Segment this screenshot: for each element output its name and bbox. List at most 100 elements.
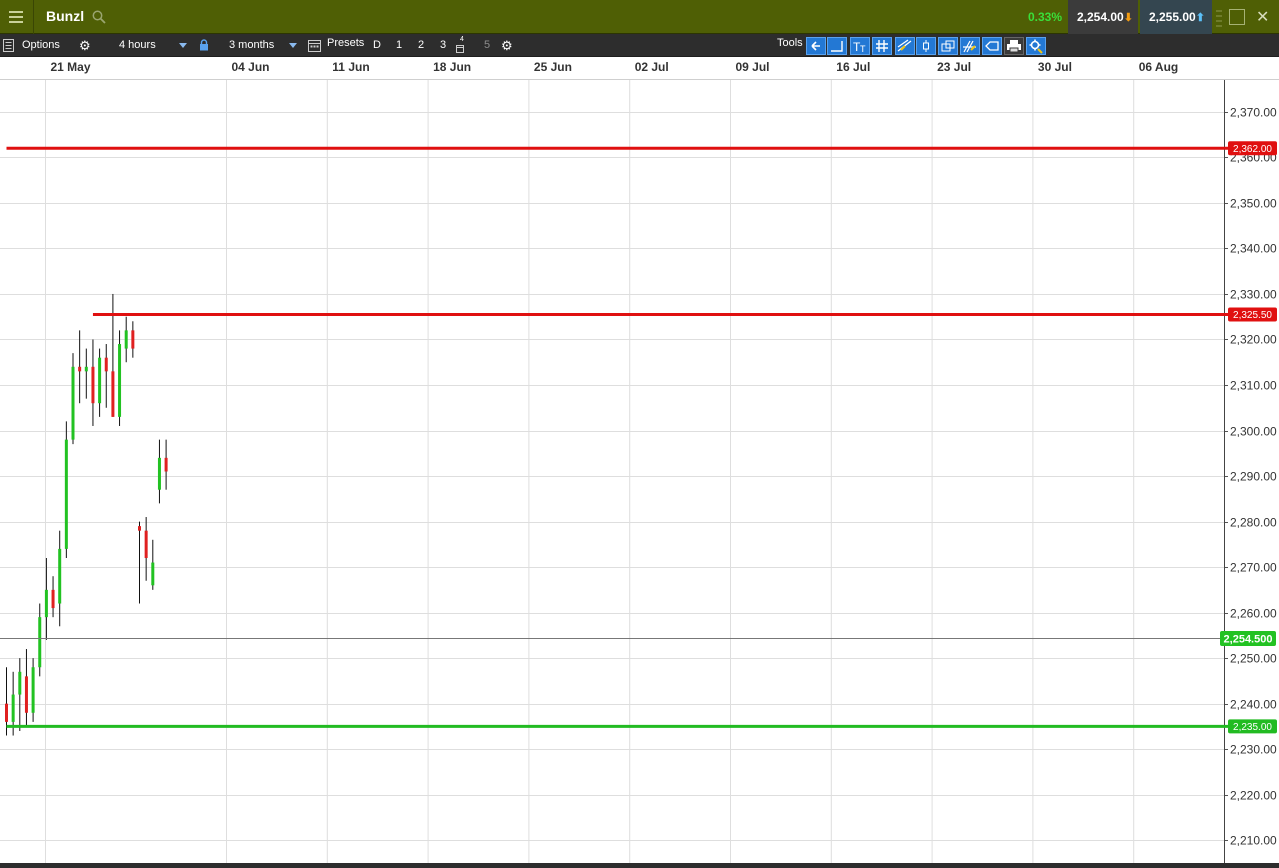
instrument-name: Bunzl bbox=[46, 8, 85, 24]
y-tick-label: 2,290.00 bbox=[1230, 470, 1277, 484]
text-tool-icon[interactable]: TT bbox=[850, 37, 870, 55]
candle-body bbox=[84, 366, 88, 372]
x-tick-label: 16 Jul bbox=[836, 60, 870, 74]
candle-body bbox=[18, 671, 22, 695]
candle-body bbox=[31, 667, 35, 713]
search-icon[interactable] bbox=[92, 10, 106, 24]
y-tick-label: 2,260.00 bbox=[1230, 607, 1277, 621]
candle-body bbox=[104, 357, 108, 372]
candle-body bbox=[51, 589, 55, 609]
candle-body bbox=[124, 330, 128, 349]
candle-body bbox=[157, 457, 161, 490]
y-tick-label: 2,270.00 bbox=[1230, 561, 1277, 575]
calendar-icon[interactable] bbox=[308, 39, 321, 52]
x-tick-label: 23 Jul bbox=[937, 60, 971, 74]
trend-line-icon[interactable] bbox=[895, 37, 915, 55]
y-tick-label: 2,320.00 bbox=[1230, 333, 1277, 347]
sell-price-button[interactable]: 2,254.00⬇ bbox=[1068, 0, 1138, 34]
preset-button-2[interactable]: 2 bbox=[412, 37, 430, 54]
candle-body bbox=[38, 617, 42, 668]
lock-icon[interactable] bbox=[199, 39, 209, 51]
x-tick-label: 06 Aug bbox=[1139, 60, 1179, 74]
y-tick-label: 2,310.00 bbox=[1230, 379, 1277, 393]
bottom-strip bbox=[0, 863, 1279, 868]
y-tick-label: 2,210.00 bbox=[1230, 834, 1277, 848]
y-tick-label: 2,280.00 bbox=[1230, 516, 1277, 530]
preset-button-d[interactable]: D bbox=[368, 37, 386, 54]
layers-icon[interactable] bbox=[938, 37, 958, 55]
instrument-header: Bunzl 0.33% 2,254.00⬇ 2,255.00⬆ ✕ bbox=[0, 0, 1279, 34]
support-label: 2,235.00 bbox=[1233, 722, 1272, 733]
candle-body bbox=[44, 589, 48, 618]
range-select[interactable]: 3 months bbox=[229, 34, 274, 57]
current-price-label: 2,254.500 bbox=[1224, 634, 1273, 646]
back-arrow-icon[interactable] bbox=[806, 37, 826, 55]
y-tick-label: 2,370.00 bbox=[1230, 106, 1277, 120]
chart-grid bbox=[0, 57, 1224, 863]
y-tick-label: 2,220.00 bbox=[1230, 789, 1277, 803]
y-tick-label: 2,350.00 bbox=[1230, 197, 1277, 211]
candle-body bbox=[131, 330, 135, 349]
y-tick-label: 2,340.00 bbox=[1230, 242, 1277, 256]
print-icon[interactable] bbox=[1004, 37, 1024, 55]
candle-body bbox=[64, 439, 68, 549]
x-tick-label: 09 Jul bbox=[736, 60, 770, 74]
preset-button-5[interactable]: 5 bbox=[478, 37, 496, 54]
preset-button-4-label: 4 bbox=[460, 36, 464, 43]
chevron-down-icon[interactable] bbox=[179, 34, 187, 57]
presets-label: Presets bbox=[327, 37, 365, 49]
range-value: 3 months bbox=[229, 39, 275, 51]
x-tick-label: 21 May bbox=[51, 60, 91, 74]
buy-arrow-icon: ⬆ bbox=[1195, 12, 1205, 24]
close-icon[interactable]: ✕ bbox=[1256, 7, 1269, 27]
fibonacci-icon[interactable] bbox=[960, 37, 980, 55]
current-price: 2,254.500 bbox=[0, 631, 1276, 646]
x-tick-label: 30 Jul bbox=[1038, 60, 1072, 74]
x-tick-label: 18 Jun bbox=[433, 60, 471, 74]
candle-icon[interactable] bbox=[916, 37, 936, 55]
grid-tool-icon[interactable] bbox=[872, 37, 892, 55]
label-tag-icon[interactable] bbox=[982, 37, 1002, 55]
x-tick-label: 11 Jun bbox=[332, 60, 369, 74]
preset-button-4[interactable]: 4 bbox=[455, 35, 469, 53]
resistance-label: 2,362.00 bbox=[1233, 144, 1272, 155]
preset-button-3[interactable]: 3 bbox=[434, 37, 452, 54]
chart-toolbar: Options ⚙ 4 hours 3 months Presets D 1 2… bbox=[0, 34, 1279, 57]
candle-body bbox=[151, 562, 155, 586]
y-tick-label: 2,230.00 bbox=[1230, 743, 1277, 757]
candle-body bbox=[98, 357, 102, 404]
x-tick-label: 02 Jul bbox=[635, 60, 669, 74]
menu-icon[interactable] bbox=[0, 0, 34, 34]
y-tick-label: 2,300.00 bbox=[1230, 425, 1277, 439]
candle-body bbox=[118, 344, 122, 417]
y-tick-label: 2,240.00 bbox=[1230, 698, 1277, 712]
price-chart[interactable]: 21 May 04 Jun 11 Jun 18 Jun 25 Jun 02 Jul 09 J… bbox=[0, 57, 1279, 863]
curve-line-icon[interactable] bbox=[827, 37, 847, 55]
svg-text:T: T bbox=[860, 44, 866, 54]
sell-price: 2,254.00 bbox=[1077, 10, 1124, 24]
candle-body bbox=[111, 371, 115, 417]
gear-icon[interactable]: ⚙ bbox=[501, 34, 513, 57]
price-levels[interactable]: 2,362.00 2,325.50 2,235.00 bbox=[6, 141, 1278, 734]
options-button[interactable]: Options bbox=[22, 34, 60, 57]
candle-body bbox=[144, 530, 148, 558]
price-axis: 2,370.002,360.002,350.002,340.002,330.00… bbox=[1224, 80, 1277, 863]
gear-icon[interactable]: ⚙ bbox=[79, 34, 91, 57]
y-tick-label: 2,250.00 bbox=[1230, 652, 1277, 666]
drag-grip-icon[interactable] bbox=[1214, 0, 1224, 34]
settings-tool-icon[interactable] bbox=[1026, 37, 1046, 55]
candles bbox=[5, 293, 168, 736]
options-list-icon[interactable] bbox=[3, 39, 14, 52]
resistance-label: 2,325.50 bbox=[1233, 310, 1272, 321]
restore-window-icon[interactable] bbox=[1229, 9, 1245, 25]
interval-select[interactable]: 4 hours bbox=[119, 34, 156, 57]
date-axis: 21 May 04 Jun 11 Jun 18 Jun 25 Jun 02 Jul 09 J… bbox=[0, 57, 1279, 80]
x-tick-label: 04 Jun bbox=[232, 60, 270, 74]
chevron-down-icon[interactable] bbox=[289, 34, 297, 57]
preset-button-1[interactable]: 1 bbox=[390, 37, 408, 54]
candle-body bbox=[24, 676, 28, 713]
sell-arrow-icon: ⬇ bbox=[1123, 12, 1133, 24]
buy-price-button[interactable]: 2,255.00⬆ bbox=[1140, 0, 1212, 34]
candle-body bbox=[138, 526, 141, 531]
chart-window: Bunzl 0.33% 2,254.00⬇ 2,255.00⬆ ✕ Option… bbox=[0, 0, 1279, 868]
